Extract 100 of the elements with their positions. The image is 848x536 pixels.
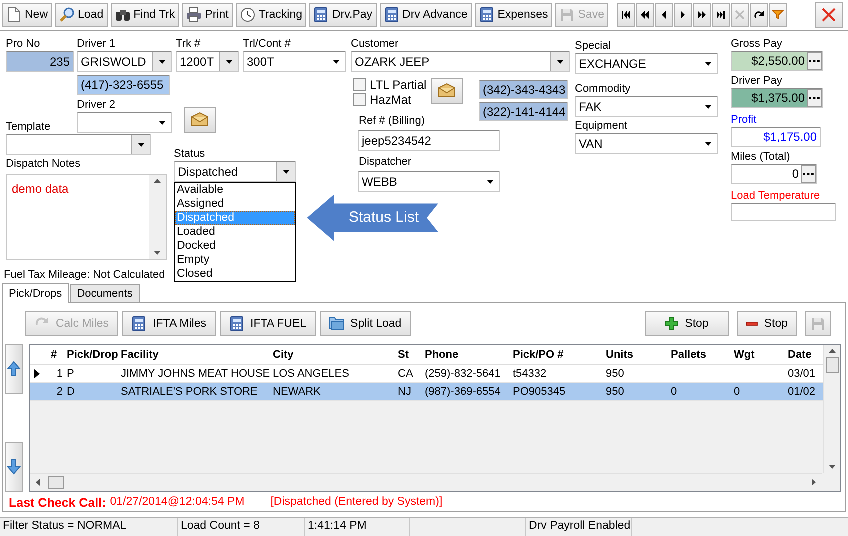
toolbar-button[interactable]: Tracking — [236, 3, 306, 27]
down-arrow-icon — [7, 459, 21, 475]
toolbar-button[interactable]: Expenses — [474, 3, 552, 27]
input-field[interactable] — [731, 203, 836, 221]
amount-field[interactable]: $1,175.00 — [731, 127, 821, 147]
column-header[interactable]: Pallets — [670, 348, 733, 360]
nav-button[interactable] — [655, 3, 674, 27]
column-header[interactable]: City — [272, 348, 397, 360]
toolbar-button[interactable]: New — [2, 3, 52, 27]
column-header[interactable]: # — [44, 348, 66, 360]
column-header[interactable]: Phone — [424, 348, 512, 360]
column-header[interactable]: Date — [787, 348, 818, 360]
dropdown-field[interactable]: 300T — [243, 51, 346, 72]
column-header[interactable]: Pick/Drop — [66, 348, 120, 360]
scrollbar[interactable] — [823, 345, 840, 473]
amount-field[interactable]: $1,375.00 — [731, 88, 823, 108]
move-down-button[interactable] — [5, 442, 23, 492]
ellipsis-button[interactable] — [807, 52, 822, 70]
dropdown-field[interactable]: FAK — [575, 96, 718, 117]
dropdown-field[interactable]: Dispatched — [174, 161, 296, 182]
dropdown-field[interactable] — [6, 134, 151, 155]
scroll-right-icon — [812, 479, 816, 486]
caret-icon — [158, 60, 166, 64]
phone-field[interactable]: (342)-343-4343 — [479, 80, 568, 99]
scrollbar[interactable] — [149, 175, 166, 259]
panel-button[interactable]: IFTA Miles — [122, 311, 216, 336]
nav-button[interactable] — [750, 3, 768, 27]
table-row[interactable]: 1 P JIMMY JOHNS MEAT HOUSE LOS ANGELES CA (259)-832-5641 t54332 950 03/01 — [30, 365, 823, 383]
close-button[interactable] — [815, 2, 843, 28]
column-header[interactable]: St — [397, 348, 424, 360]
ellipsis-button[interactable] — [801, 165, 816, 183]
field-label: Trl/Cont # — [243, 38, 292, 51]
status-text: Load Count = 8 — [178, 518, 305, 536]
scrollbar-thumb[interactable] — [826, 357, 838, 373]
toolbar-button[interactable]: Find Trk — [110, 3, 180, 27]
toolbar-button[interactable]: Print — [182, 3, 233, 27]
table-row[interactable]: 2 D SATRIALE'S PORK STORE NEWARK NJ (987)-369-6554 PO905345 950 0 0 01/02 — [30, 383, 823, 401]
nav-button[interactable] — [617, 3, 636, 27]
caret-icon — [704, 104, 712, 108]
caret-icon — [226, 60, 232, 64]
move-up-button[interactable] — [5, 344, 23, 394]
input-field[interactable]: 235 — [6, 51, 74, 72]
dropdown-field[interactable]: EXCHANGE — [575, 53, 718, 74]
table-cell-text: D — [66, 386, 76, 398]
field-label: Trk # — [176, 38, 202, 51]
dropdown-option[interactable]: Loaded — [175, 225, 295, 239]
dropdown-option[interactable]: Docked — [175, 239, 295, 253]
scroll-down-icon — [828, 465, 836, 469]
dropdown-field[interactable]: 1200T — [176, 51, 239, 72]
page-icon — [6, 7, 22, 23]
ellipsis-button[interactable] — [807, 89, 822, 107]
panel-button[interactable]: Stop — [737, 311, 797, 336]
dropdown-field[interactable]: OZARK JEEP — [351, 51, 570, 72]
phone-field[interactable]: (322)-141-4144 — [479, 102, 568, 121]
toolbar-button[interactable]: Load — [55, 3, 108, 27]
tab[interactable]: Documents — [70, 284, 140, 302]
panel-button[interactable]: IFTA FUEL — [220, 311, 316, 336]
dropdown-field[interactable] — [77, 112, 172, 133]
caret-icon — [704, 142, 712, 146]
nav-button[interactable] — [636, 3, 654, 27]
dropdown-option[interactable]: Assigned — [175, 197, 295, 211]
dropdown-field[interactable]: WEBB — [358, 171, 500, 192]
phone-field[interactable]: (417)-323-6555 — [77, 75, 170, 95]
column-header[interactable]: Wgt — [733, 348, 787, 360]
column-header[interactable]: Units — [605, 348, 670, 360]
amount-field[interactable]: $2,550.00 — [731, 51, 823, 71]
nav-button[interactable] — [693, 3, 712, 27]
toolbar-button[interactable]: Drv.Pay — [309, 3, 377, 27]
table-cell-text: LOS ANGELES — [272, 368, 350, 380]
amount-field[interactable]: 0 — [731, 164, 817, 184]
panel-button[interactable]: Split Load — [320, 311, 411, 336]
dropdown-option[interactable]: Available — [175, 183, 295, 197]
input-field[interactable]: jeep5234542 — [358, 130, 500, 151]
column-header[interactable]: Pick/PO # — [512, 348, 605, 360]
column-header[interactable]: Facility — [120, 348, 272, 360]
tab[interactable]: Pick/Drops — [2, 283, 70, 303]
double-forward-icon — [696, 9, 708, 21]
nav-button[interactable] — [712, 3, 730, 27]
mail-button[interactable] — [184, 107, 216, 133]
checkbox[interactable] — [353, 93, 366, 106]
notes-field[interactable]: demo data — [6, 174, 167, 260]
toolbar-button[interactable]: Drv Advance — [380, 3, 472, 27]
dots-icon — [803, 172, 814, 176]
nav-button[interactable] — [674, 3, 692, 27]
scroll-down-icon — [154, 251, 161, 255]
dropdown-field[interactable]: VAN — [575, 133, 718, 154]
magnifier-icon — [59, 7, 76, 23]
filter-icon — [772, 9, 784, 21]
dropdown-field[interactable]: GRISWOLD — [77, 51, 172, 72]
table-cell-text: 01/02 — [787, 386, 817, 398]
mail-button[interactable] — [431, 78, 463, 104]
scroll-left-icon — [36, 479, 40, 486]
dropdown-option[interactable]: Closed — [175, 267, 295, 281]
panel-button[interactable]: Stop — [645, 311, 729, 336]
scrollbar[interactable] — [30, 473, 822, 491]
checkbox[interactable] — [353, 78, 366, 91]
dropdown-option[interactable]: Empty — [175, 253, 295, 267]
caret-icon — [282, 170, 290, 174]
scrollbar-thumb[interactable] — [48, 476, 64, 489]
dots-icon — [809, 96, 820, 100]
